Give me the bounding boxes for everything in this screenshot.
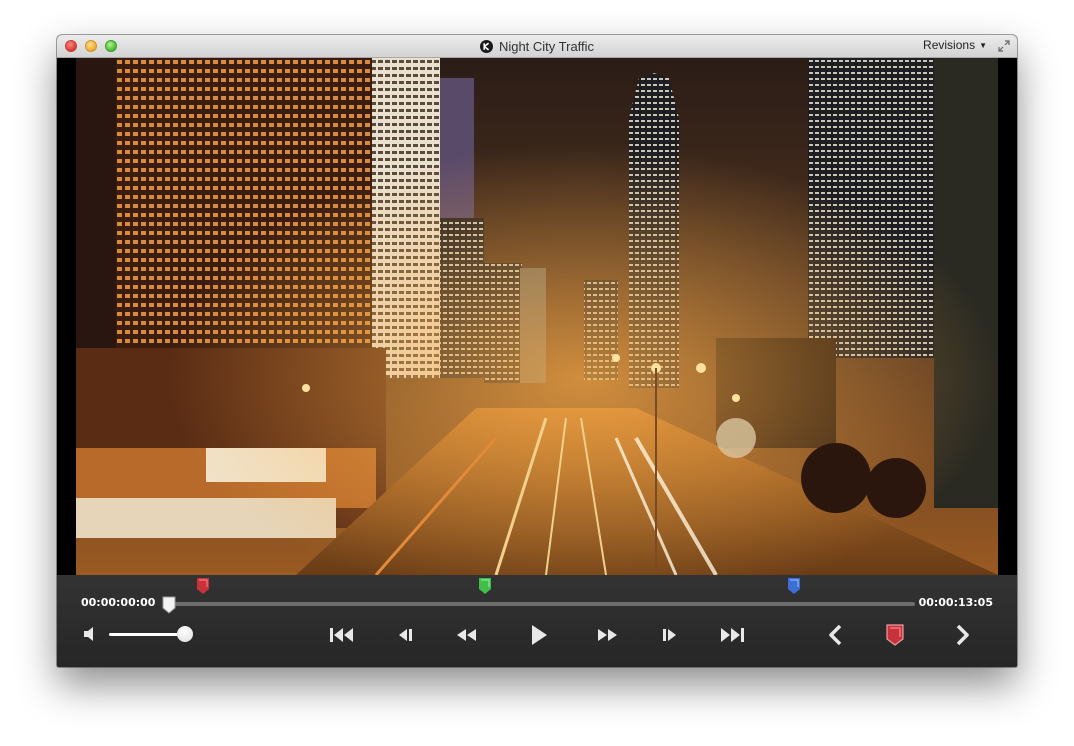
current-time: 00:00:00:00 xyxy=(81,596,156,609)
marker-blue[interactable] xyxy=(788,578,801,594)
volume-slider[interactable] xyxy=(109,633,185,636)
player-window: Night City Traffic Revisions ▼ 00:00:00:… xyxy=(57,35,1017,667)
marker-green[interactable] xyxy=(478,578,491,594)
control-bar: 00:00:00:00 00:00:13:05 xyxy=(57,575,1017,667)
fast-forward-icon[interactable] xyxy=(595,625,619,645)
marker-flag-icon[interactable] xyxy=(885,623,905,647)
window-title-group: Night City Traffic xyxy=(57,35,1017,57)
playhead-handle[interactable] xyxy=(162,596,176,614)
rewind-icon[interactable] xyxy=(455,625,479,645)
marker-red[interactable] xyxy=(196,578,209,594)
video-area xyxy=(57,58,1017,575)
video-frame[interactable] xyxy=(76,58,998,575)
timeline-track[interactable] xyxy=(169,602,915,606)
chevron-right-icon[interactable] xyxy=(953,623,973,647)
revisions-menu[interactable]: Revisions ▼ xyxy=(923,38,987,52)
volume-knob[interactable] xyxy=(177,626,193,642)
duration-time: 00:00:13:05 xyxy=(918,596,993,609)
speaker-icon[interactable] xyxy=(83,626,99,642)
skip-to-start-icon[interactable] xyxy=(329,625,355,645)
play-icon[interactable] xyxy=(529,623,549,647)
step-forward-icon[interactable] xyxy=(660,625,680,645)
title-bar: Night City Traffic Revisions ▼ xyxy=(57,35,1017,58)
app-logo-icon xyxy=(479,39,493,53)
step-back-icon[interactable] xyxy=(395,625,415,645)
window-title: Night City Traffic xyxy=(498,38,595,54)
caret-down-icon: ▼ xyxy=(979,40,987,50)
skip-to-end-icon[interactable] xyxy=(719,625,745,645)
fullscreen-icon[interactable] xyxy=(997,39,1011,53)
chevron-left-icon[interactable] xyxy=(825,623,845,647)
revisions-label: Revisions xyxy=(923,38,976,52)
